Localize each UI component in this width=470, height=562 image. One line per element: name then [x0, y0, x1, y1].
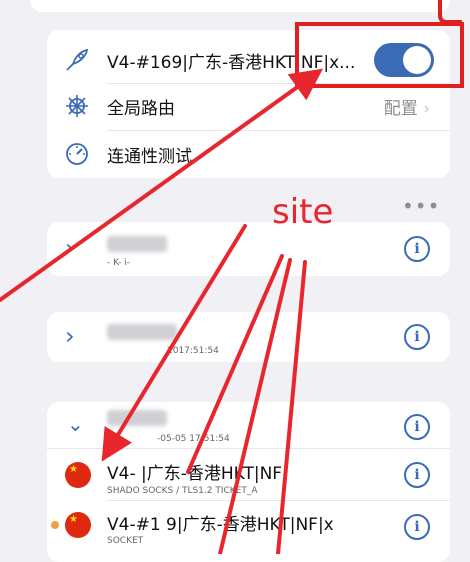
annotation-arrows [0, 68, 324, 554]
